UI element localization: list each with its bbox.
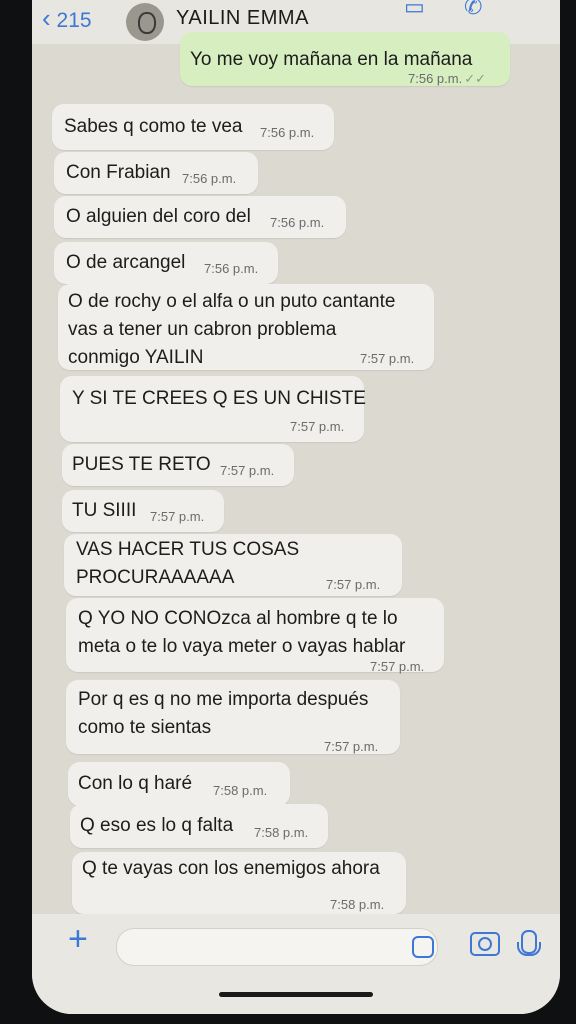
incoming-message[interactable]: Q te vayas con los enemigos ahora 7:58 p.…	[72, 852, 406, 914]
message-text: Y SI TE CREES Q ES UN CHISTE	[72, 388, 366, 409]
incoming-message[interactable]: Por q es q no me importa después como te…	[66, 680, 400, 754]
message-time: 7:56 p.m.	[182, 165, 236, 193]
incoming-message[interactable]: Q eso es lo q falta 7:58 p.m.	[70, 804, 328, 848]
message-input[interactable]	[116, 928, 438, 966]
message-timestamp: 7:57 p.m.	[370, 659, 425, 674]
phone-screen: ‹ 215 YAILIN EMMA ▭ ✆ Yo me voy mañana e…	[32, 0, 560, 1014]
message-time: 7:57 p.m.	[220, 457, 274, 485]
message-time: 7:56 p.m. ✓✓	[408, 65, 486, 93]
message-text: Q YO NO CONOzca al hombre q te lo meta o…	[78, 608, 406, 657]
message-text: Q eso es lo q falta	[80, 815, 234, 836]
message-time: 7:57 p.m.	[326, 571, 380, 599]
incoming-message[interactable]: VAS HACER TUS COSAS PROCURAAAAAA 7:57 p.m…	[64, 534, 402, 596]
outgoing-message[interactable]: Yo me voy mañana en la mañana 7:56 p.m. ✓✓	[180, 32, 510, 86]
message-text: Q te vayas con los enemigos ahora	[82, 858, 380, 879]
message-timestamp: 7:56 p.m.	[204, 261, 259, 276]
back-count: 215	[56, 9, 92, 32]
message-timestamp: 7:57 p.m.	[220, 463, 275, 478]
message-text: VAS HACER TUS COSAS PROCURAAAAAA	[76, 539, 300, 588]
camera-icon[interactable]	[470, 932, 500, 956]
video-call-icon[interactable]: ▭	[404, 0, 425, 20]
contact-name[interactable]: YAILIN EMMA	[176, 7, 309, 30]
message-list: Yo me voy mañana en la mañana 7:56 p.m. ✓✓…	[32, 32, 560, 914]
sticker-icon[interactable]	[412, 936, 434, 958]
incoming-message[interactable]: PUES TE RETO 7:57 p.m.	[62, 444, 294, 486]
message-text: O de arcangel	[66, 252, 186, 273]
message-timestamp: 7:56 p.m.	[182, 171, 237, 186]
incoming-message[interactable]: Q YO NO CONOzca al hombre q te lo meta o…	[66, 598, 444, 674]
message-timestamp: 7:57 p.m.	[360, 351, 415, 366]
message-timestamp: 7:58 p.m.	[330, 897, 385, 912]
message-time: 7:56 p.m.	[270, 209, 324, 237]
message-timestamp: 7:58 p.m.	[213, 783, 268, 798]
plus-icon[interactable]: +	[68, 920, 88, 959]
incoming-message[interactable]: O alguien del coro del 7:56 p.m.	[54, 196, 346, 238]
home-indicator	[219, 992, 373, 997]
microphone-icon[interactable]	[517, 930, 541, 956]
phone-call-icon[interactable]: ✆	[464, 0, 482, 20]
message-timestamp: 7:56 p.m.	[408, 71, 463, 86]
message-time: 7:58 p.m.	[254, 819, 308, 847]
message-text: Sabes q como te vea	[64, 116, 243, 137]
incoming-message[interactable]: Con lo q haré 7:58 p.m.	[68, 762, 290, 806]
message-time: 7:57 p.m.	[360, 345, 414, 373]
message-timestamp: 7:57 p.m.	[324, 739, 379, 754]
incoming-message[interactable]: Con Frabian 7:56 p.m.	[54, 152, 258, 194]
message-text: PUES TE RETO	[72, 454, 211, 475]
incoming-message[interactable]: TU SIIII 7:57 p.m.	[62, 490, 224, 532]
message-timestamp: 7:57 p.m.	[150, 509, 205, 524]
read-ticks-icon: ✓✓	[464, 71, 486, 86]
chevron-left-icon: ‹	[42, 3, 51, 33]
input-bar: +	[32, 914, 560, 1014]
incoming-message[interactable]: Y SI TE CREES Q ES UN CHISTE 7:57 p.m.	[60, 376, 366, 442]
message-time: 7:57 p.m.	[150, 503, 204, 531]
message-time: 7:57 p.m.	[324, 733, 378, 761]
message-timestamp: 7:56 p.m.	[270, 215, 325, 230]
incoming-message[interactable]: O de rochy o el alfa o un puto cantante …	[58, 284, 434, 370]
message-text: TU SIIII	[72, 500, 137, 521]
message-time: 7:57 p.m.	[290, 413, 344, 441]
incoming-message[interactable]: O de arcangel 7:56 p.m.	[54, 242, 278, 284]
message-text: Con Frabian	[66, 162, 171, 183]
message-timestamp: 7:57 p.m.	[290, 419, 345, 434]
back-button[interactable]: ‹ 215	[42, 5, 92, 33]
message-time: 7:56 p.m.	[260, 119, 314, 147]
message-timestamp: 7:58 p.m.	[254, 825, 309, 840]
avatar[interactable]	[126, 3, 164, 41]
message-text: O alguien del coro del	[66, 206, 251, 227]
message-time: 7:58 p.m.	[213, 777, 267, 805]
message-timestamp: 7:56 p.m.	[260, 125, 315, 140]
incoming-message[interactable]: Sabes q como te vea 7:56 p.m.	[52, 104, 334, 150]
message-timestamp: 7:57 p.m.	[326, 577, 381, 592]
message-text: O de rochy o el alfa o un puto cantante …	[68, 291, 396, 368]
message-time: 7:56 p.m.	[204, 255, 258, 283]
message-time: 7:57 p.m.	[370, 653, 424, 681]
message-text: Con lo q haré	[78, 773, 193, 794]
